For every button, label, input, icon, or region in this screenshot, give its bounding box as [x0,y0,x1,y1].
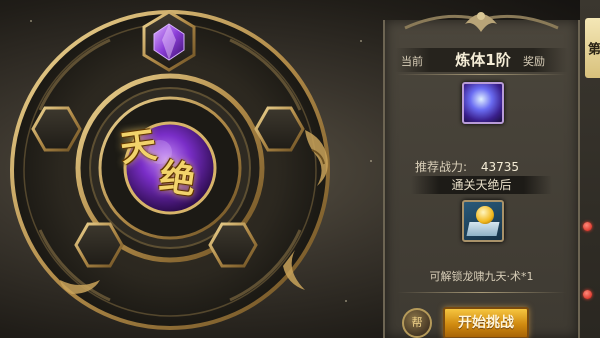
notification-dot [583,290,592,299]
power-label: 推荐战力: [415,160,468,174]
prev-stage-tab[interactable]: 当前 [401,53,423,69]
empty-slot-left [31,106,82,152]
help-round-button[interactable]: 帮 [402,308,432,338]
stage-title: 炼体1阶 [455,51,511,69]
clear-reward-header: 通关天绝后 [411,176,552,194]
empty-slot-right [254,106,305,152]
empty-slot-bottom-right [208,222,258,268]
orb-item-icon[interactable] [462,82,504,124]
stage-info-panel: 当前 炼体1阶 奖励 推荐战力: 43735 通关天绝后 可解锁龙啸九天·术*1… [383,12,580,338]
reward-description: 可解锁龙啸九天·术*1 [429,270,534,283]
reward-tab[interactable]: 奖励 [523,53,545,69]
recommended-power: 推荐战力: 43735 [415,158,519,175]
power-value: 43735 [480,160,520,174]
divider [397,74,566,75]
dial-title-char-2: 绝 [156,155,199,203]
book-pearl [476,206,494,224]
empty-slot-bottom-left [74,222,124,268]
book-page [466,222,500,236]
side-tab[interactable]: 第 [585,18,600,78]
start-challenge-button[interactable]: 开始挑战 [443,307,529,338]
game-scene: 天 绝 当前 炼体1阶 奖励 推荐战力: 43735 通关天绝后 可解锁龙啸九天… [0,0,600,338]
skill-book-icon[interactable] [462,200,504,242]
dragon-ornament-icon [404,12,559,32]
dial-title-char-1: 天 [117,123,160,171]
divider [397,292,566,293]
notification-dot [583,222,592,231]
